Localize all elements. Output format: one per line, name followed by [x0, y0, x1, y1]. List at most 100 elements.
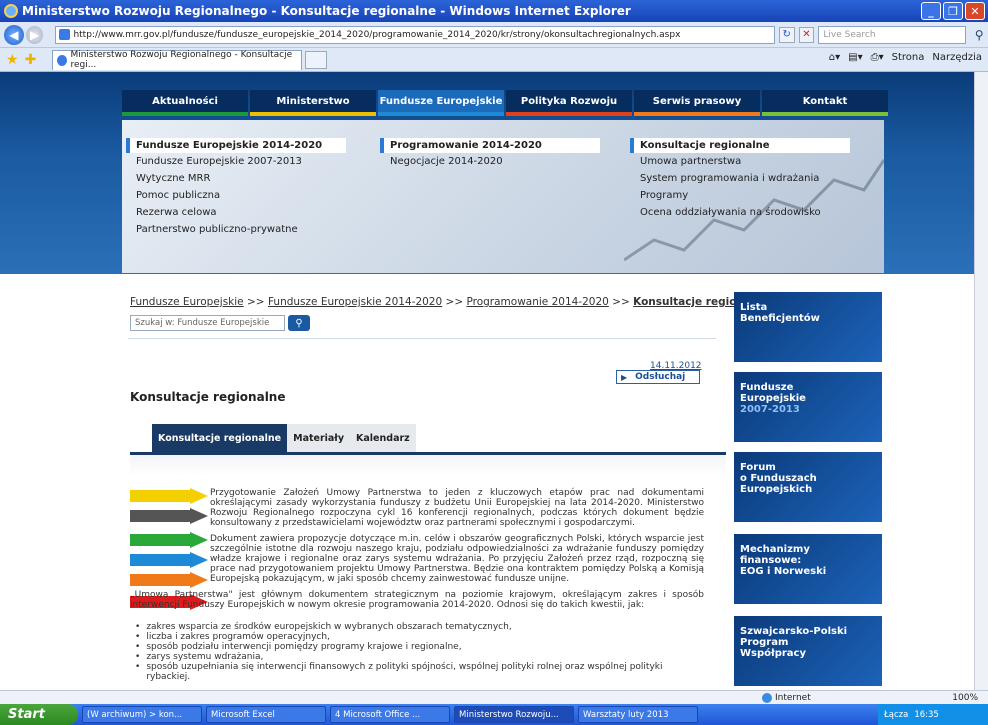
submenu-col-3: Konsultacje regionalne Umowa partnerstwa…: [630, 138, 850, 221]
list-item: • zakres wsparcia ze środków europejskich…: [135, 622, 512, 632]
tray-links[interactable]: Łącza: [884, 710, 908, 720]
command-bar: ⌂▾ ▤▾ ⎙▾ Strona Narzędzia: [829, 52, 982, 63]
main-nav: Aktualności Ministerstwo Fundusze Europe…: [122, 90, 888, 116]
page-viewport: Aktualności Ministerstwo Fundusze Europe…: [0, 72, 974, 690]
print-icon[interactable]: ⎙▾: [871, 52, 884, 63]
taskbar-item[interactable]: Microsoft Excel: [206, 706, 326, 723]
submenu-link[interactable]: Ocena oddziaływania na środowisko: [630, 204, 850, 221]
nav-kontakt[interactable]: Kontakt: [762, 90, 888, 116]
ie-logo-icon: [4, 4, 18, 18]
tab-materialy[interactable]: Materiały: [287, 424, 351, 452]
submenu-link[interactable]: Fundusze Europejskie 2007-2013: [126, 153, 346, 170]
home-icon[interactable]: ⌂▾: [829, 52, 840, 63]
forward-button[interactable]: ▶: [25, 25, 44, 44]
nav-ministerstwo[interactable]: Ministerstwo: [250, 90, 376, 116]
submenu-link[interactable]: Negocjacje 2014-2020: [380, 153, 600, 170]
site-search-input[interactable]: Szukaj w: Fundusze Europejskie: [130, 315, 285, 331]
restore-button[interactable]: ❐: [943, 2, 963, 20]
feeds-icon[interactable]: ▤▾: [848, 52, 862, 63]
nav-polityka[interactable]: Polityka Rozwoju: [506, 90, 632, 116]
content-tabs: Konsultacje regionalne Materiały Kalenda…: [152, 424, 416, 452]
add-favorites-icon[interactable]: ✚: [25, 52, 37, 68]
submenu-col-2: Programowanie 2014-2020 Negocjacje 2014-…: [380, 138, 600, 170]
tab-konsultacje[interactable]: Konsultacje regionalne: [152, 424, 288, 452]
tools-menu[interactable]: Narzędzia: [932, 52, 982, 63]
page-icon: [59, 29, 71, 40]
tab-panel-header: [130, 452, 726, 476]
url-text: http://www.mrr.gov.pl/fundusze/fundusze_…: [73, 29, 681, 40]
nav-serwis[interactable]: Serwis prasowy: [634, 90, 760, 116]
url-input[interactable]: http://www.mrr.gov.pl/fundusze/fundusze_…: [55, 25, 775, 44]
list-item: • sposób uzupełniania się interwencji fin…: [135, 662, 663, 682]
nav-fundusze[interactable]: Fundusze Europejskie: [378, 90, 504, 116]
taskbar-item[interactable]: Warsztaty luty 2013: [578, 706, 698, 723]
close-button[interactable]: ✕: [965, 2, 985, 20]
vertical-scrollbar[interactable]: [974, 72, 988, 690]
nav-aktualnosci[interactable]: Aktualności: [122, 90, 248, 116]
submenu-link[interactable]: Pomoc publiczna: [126, 187, 346, 204]
breadcrumb-link[interactable]: Programowanie 2014-2020: [466, 296, 608, 308]
new-tab-button[interactable]: [305, 50, 328, 69]
globe-icon: [762, 692, 772, 703]
browser-tab[interactable]: Ministerstwo Rozwoju Regionalnego - Kons…: [52, 49, 303, 70]
submenu-head-programowanie[interactable]: Programowanie 2014-2020: [380, 138, 600, 153]
submenu-link[interactable]: Wytyczne MRR: [126, 170, 346, 187]
taskbar-item[interactable]: (W archiwum) > kon...: [82, 706, 202, 723]
tab-bar: ★ ✚ Ministerstwo Rozwoju Regionalnego - …: [0, 48, 988, 72]
address-bar: ◀ ▶ http://www.mrr.gov.pl/fundusze/fundu…: [0, 22, 988, 48]
breadcrumb-link[interactable]: Fundusze Europejskie: [130, 296, 244, 308]
back-button[interactable]: ◀: [4, 24, 24, 45]
search-icon[interactable]: ⚲: [970, 26, 988, 44]
banner-lista-beneficjentow[interactable]: Lista Beneficjentów: [734, 292, 882, 362]
list-item: • zarys systemu wdrażania,: [135, 652, 264, 662]
start-button[interactable]: Start: [0, 704, 78, 725]
banner-szwajcarsko-polski[interactable]: Szwajcarsko-Polski Program Współpracy: [734, 616, 882, 686]
submenu-link[interactable]: Umowa partnerstwa: [630, 153, 850, 170]
taskbar-item[interactable]: Ministerstwo Rozwoju...: [454, 706, 574, 723]
bullet-list: • zakres wsparcia ze środków europejskich…: [135, 622, 705, 682]
banner-forum[interactable]: Forum o Funduszach Europejskich: [734, 452, 882, 522]
search-icon: ⚲: [295, 317, 303, 329]
windows-taskbar: Start (W archiwum) > kon... Microsoft Ex…: [0, 704, 988, 725]
favorites-star-icon[interactable]: ★: [6, 52, 19, 68]
refresh-button[interactable]: ↻: [778, 26, 795, 43]
divider: [128, 338, 716, 339]
window-title: Ministerstwo Rozwoju Regionalnego - Kons…: [22, 4, 631, 18]
site-header: Aktualności Ministerstwo Fundusze Europe…: [0, 72, 974, 274]
banner-fundusze-2007[interactable]: Fundusze Europejskie 2007-2013: [734, 372, 882, 442]
site-search-button[interactable]: ⚲: [288, 315, 310, 331]
play-icon: ▶: [621, 372, 628, 382]
submenu-panel: Fundusze Europejskie 2014-2020 Fundusze …: [122, 120, 884, 273]
banner-mechanizmy[interactable]: Mechanizmy finansowe: EOG i Norweski: [734, 534, 882, 604]
submenu-link[interactable]: System programowania i wdrażania: [630, 170, 850, 187]
list-item: • sposób podziału interwencji pomiędzy pr…: [135, 642, 462, 652]
status-bar: Internet 100%: [0, 690, 988, 704]
submenu-link[interactable]: Partnerstwo publiczno-prywatne: [126, 221, 346, 238]
paragraph-3: „Umowa Partnerstwa" jest głównym dokumen…: [130, 590, 704, 610]
submenu-link[interactable]: Rezerwa celowa: [126, 204, 346, 221]
security-zone: Internet: [762, 692, 811, 703]
window-titlebar: Ministerstwo Rozwoju Regionalnego - Kons…: [0, 0, 988, 22]
submenu-head-konsultacje[interactable]: Konsultacje regionalne: [630, 138, 850, 153]
window-controls: _ ❐ ✕: [921, 2, 985, 20]
tab-title: Ministerstwo Rozwoju Regionalnego - Kons…: [70, 50, 293, 70]
submenu-head-fe2014[interactable]: Fundusze Europejskie 2014-2020: [126, 138, 346, 153]
submenu-link[interactable]: Programy: [630, 187, 850, 204]
page-menu[interactable]: Strona: [892, 52, 925, 63]
zoom-level[interactable]: 100%: [952, 693, 978, 703]
list-item: • liczba i zakres programów operacyjnych,: [135, 632, 330, 642]
breadcrumb-link[interactable]: Fundusze Europejskie 2014-2020: [268, 296, 442, 308]
page-title: Konsultacje regionalne: [130, 390, 286, 404]
tab-kalendarz[interactable]: Kalendarz: [350, 424, 416, 452]
paragraph-2: Dokument zawiera propozycje dotyczące m.…: [210, 534, 704, 584]
taskbar-item[interactable]: 4 Microsoft Office ...: [330, 706, 450, 723]
system-tray: Łącza 16:35: [878, 704, 988, 725]
stop-button[interactable]: ✕: [798, 26, 815, 43]
breadcrumb: Fundusze Europejskie >> Fundusze Europej…: [130, 296, 770, 308]
listen-button[interactable]: ▶ Odsłuchaj: [616, 370, 700, 384]
search-input[interactable]: Live Search: [818, 25, 967, 44]
submenu-col-1: Fundusze Europejskie 2014-2020 Fundusze …: [126, 138, 346, 238]
minimize-button[interactable]: _: [921, 2, 941, 20]
clock: 16:35: [914, 709, 939, 720]
tab-page-icon: [57, 54, 68, 66]
